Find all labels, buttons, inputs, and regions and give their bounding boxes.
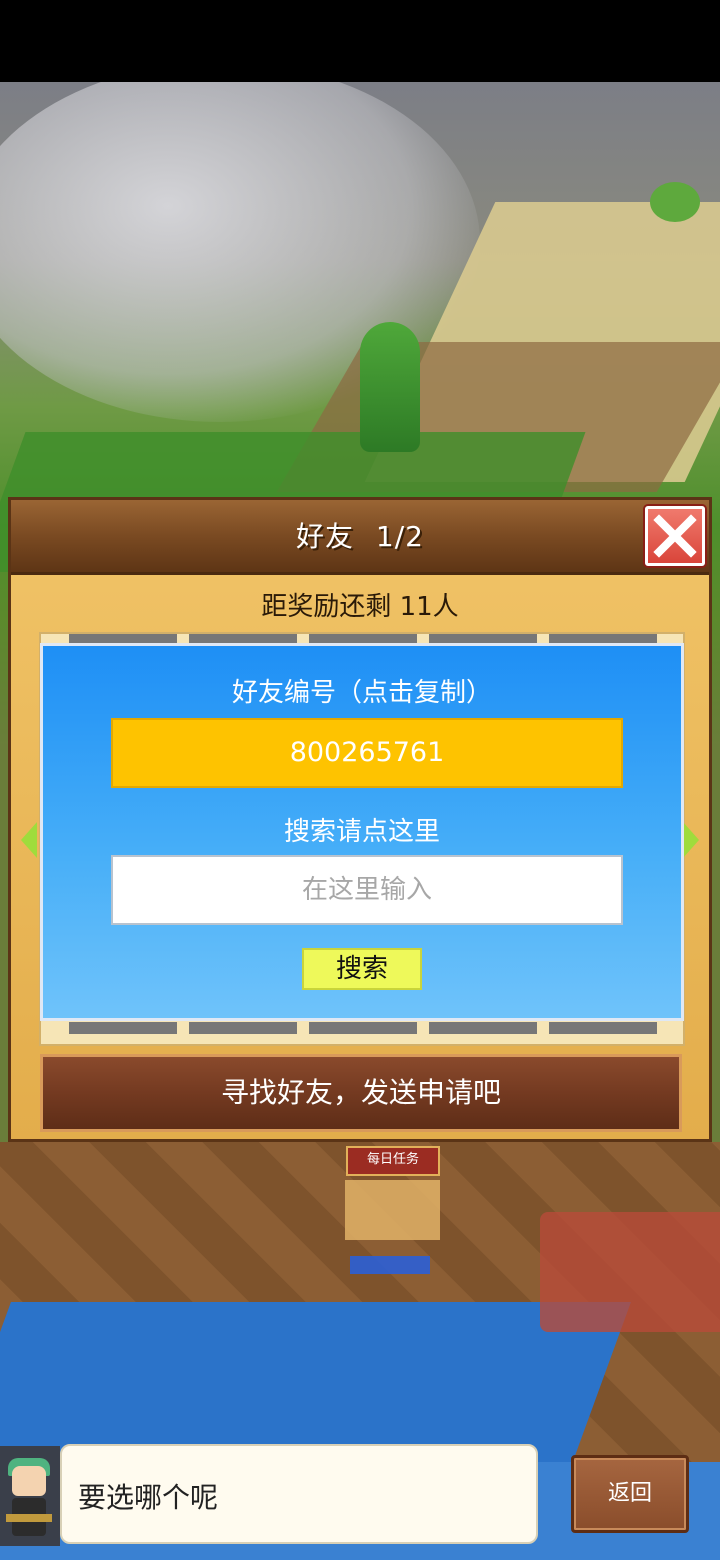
- send-request-button[interactable]: 寻找好友，发送申请吧: [40, 1054, 682, 1132]
- search-input[interactable]: [111, 855, 623, 925]
- tree-icon: [650, 182, 700, 222]
- character-head: [12, 1466, 46, 1496]
- dialog-page-indicator: 1/2: [375, 520, 424, 553]
- back-button[interactable]: 返回: [571, 1455, 689, 1533]
- village-building: [540, 1212, 720, 1332]
- dialog-title-text: 好友: [296, 520, 355, 553]
- friend-search-panel: 好友编号（点击复制） 800265761 搜索请点这里 搜索: [40, 643, 684, 1021]
- friend-slot: [309, 1022, 417, 1034]
- quest-house[interactable]: [345, 1180, 440, 1240]
- friend-id-copy-button[interactable]: 800265761: [111, 718, 623, 788]
- reward-remaining-text: 距奖励还剩 11人: [261, 592, 459, 622]
- daily-quest-badge[interactable]: 每日任务: [346, 1146, 440, 1176]
- character-belt: [6, 1514, 52, 1522]
- friend-id-label: 好友编号（点击复制）: [231, 678, 492, 708]
- friend-slot: [69, 1022, 177, 1034]
- search-button[interactable]: 搜索: [302, 948, 422, 990]
- friend-slot: [549, 1022, 657, 1034]
- left-arrow-icon[interactable]: [21, 822, 37, 858]
- close-icon: [653, 514, 697, 558]
- close-button[interactable]: [645, 506, 705, 566]
- friend-slot: [429, 1022, 537, 1034]
- speech-bubble: 要选哪个呢: [60, 1444, 538, 1544]
- right-arrow-icon[interactable]: [683, 822, 699, 858]
- dialog-title: 好友 1/2: [11, 500, 709, 572]
- friends-dialog: 好友 1/2 距奖励还剩 11人 好友编号（点击复制） 800265761 搜索…: [8, 497, 712, 1142]
- quest-label-bar: [350, 1256, 430, 1274]
- search-label: 搜索请点这里: [283, 817, 440, 847]
- tree-icon: [360, 322, 420, 452]
- speech-text: 要选哪个呢: [78, 1481, 219, 1514]
- status-bar: [0, 0, 720, 82]
- friend-slot: [189, 1022, 297, 1034]
